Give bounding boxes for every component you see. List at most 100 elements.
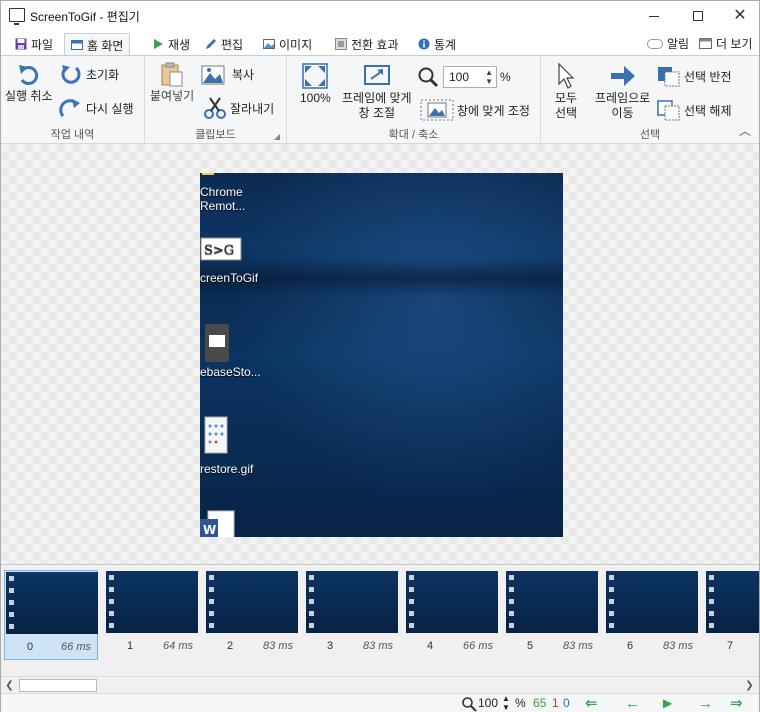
tab-home-label: 홈 화면 xyxy=(87,38,124,53)
zoom-up-icon[interactable]: ▲ xyxy=(485,68,493,77)
goto-frame-line2: 이동 xyxy=(611,106,634,120)
maximize-button[interactable] xyxy=(675,1,721,31)
frame-thumb[interactable]: 4 66 ms xyxy=(405,570,499,660)
fit-to-frame-button[interactable]: 프레임에 맞게 창 조절 xyxy=(342,62,412,120)
goto-frame-button[interactable]: 프레임으로 이동 xyxy=(595,62,650,120)
frame-thumb[interactable]: 6 83 ms xyxy=(605,570,699,660)
cut-button[interactable]: 잘라내기 xyxy=(203,96,274,120)
cursor-icon xyxy=(558,62,575,89)
magnifier-icon xyxy=(418,67,439,88)
frame-thumbnail xyxy=(306,571,398,633)
ribbon-tabs: 파일 홈 화면 재생 편집 이미지 전환 효과 통계 알림 더 보기 xyxy=(1,31,759,56)
frame-thumbnail xyxy=(206,571,298,633)
zoom-down-icon[interactable]: ▼ xyxy=(485,77,493,86)
play-icon xyxy=(154,39,163,49)
select-all-button[interactable]: 모두 선택 xyxy=(555,62,577,120)
group-clipboard-label: 클립보드 xyxy=(195,129,236,141)
tab-edit[interactable]: 편집 xyxy=(199,33,249,55)
scroll-right-icon[interactable]: ❯ xyxy=(741,677,758,694)
select-all-line1: 모두 xyxy=(555,91,578,105)
redo-label: 다시 실행 xyxy=(86,101,134,116)
frame-thumb[interactable]: 2 83 ms xyxy=(205,570,299,660)
more-window-icon xyxy=(699,38,712,49)
desktop-icon-label: restore.gif xyxy=(200,462,254,476)
tab-transitions[interactable]: 전환 효과 xyxy=(329,33,405,55)
frame-thumb[interactable]: 0 66 ms xyxy=(4,570,98,660)
tab-edit-label: 편집 xyxy=(221,37,244,52)
collapse-ribbon-icon[interactable]: ︿ xyxy=(739,122,751,139)
redo-button[interactable]: 다시 실행 xyxy=(59,96,134,120)
frame-thumb[interactable]: 1 64 ms xyxy=(105,570,199,660)
next-frame-icon[interactable]: → xyxy=(698,694,713,712)
group-action-history-label: 작업 내역 xyxy=(50,129,95,141)
last-frame-icon[interactable]: ⇒ xyxy=(730,694,743,712)
window-title: ScreenToGif - 편집기 xyxy=(30,10,140,24)
zoom-100-button[interactable]: 100% xyxy=(300,62,331,105)
frame-delay: 83 ms xyxy=(663,640,693,652)
frame-thumb[interactable]: 7 xyxy=(705,570,759,660)
frame-thumb[interactable]: 3 83 ms xyxy=(305,570,399,660)
notifications-label: 알림 xyxy=(667,37,690,51)
notifications-button[interactable]: 알림 xyxy=(647,35,689,52)
scrollbar-thumb[interactable] xyxy=(19,679,97,692)
minimize-button[interactable] xyxy=(631,1,677,31)
paste-label: 붙여넣기 xyxy=(150,89,195,103)
frame-delay: 83 ms xyxy=(363,640,393,652)
status-zoom-spinner-icon[interactable]: ▲ ▼ xyxy=(502,694,510,712)
frame-delay: 83 ms xyxy=(563,640,593,652)
tab-file[interactable]: 파일 xyxy=(9,33,59,55)
tab-playback[interactable]: 재생 xyxy=(146,33,196,55)
previous-frame-icon[interactable]: ← xyxy=(625,694,640,712)
reset-label: 초기화 xyxy=(86,67,120,82)
scroll-left-icon[interactable]: ❮ xyxy=(1,677,18,694)
zoom-input-value: 100 xyxy=(449,70,470,84)
svg-text:W: W xyxy=(203,523,216,537)
frame-number: 3 xyxy=(326,640,334,652)
invert-selection-button[interactable]: 선택 반전 xyxy=(657,64,732,88)
copy-button[interactable]: 복사 xyxy=(201,62,254,86)
minimize-icon xyxy=(649,15,659,17)
deselect-button[interactable]: 선택 해제 xyxy=(657,98,732,122)
frame-thumb[interactable]: 5 83 ms xyxy=(505,570,599,660)
group-selection-label: 선택 xyxy=(639,129,661,141)
canvas-area[interactable]: Chrome Remot... S>G creenToGif ebaseSto.… xyxy=(1,144,759,564)
undo-button[interactable]: 실행 취소 xyxy=(5,62,53,103)
tab-statistics[interactable]: 통계 xyxy=(412,33,462,55)
tab-file-label: 파일 xyxy=(31,37,54,52)
frame-number: 5 xyxy=(526,640,534,652)
group-clipboard: 붙여넣기 복사 잘라내기 클립보드 ◢ xyxy=(145,56,287,145)
tab-home[interactable]: 홈 화면 xyxy=(64,33,131,56)
editor-window: ScreenToGif - 편집기 ✕ 파일 홈 화면 재생 편집 이미지 전환… xyxy=(0,0,760,712)
zoom-input[interactable]: 100 ▲ ▼ xyxy=(443,66,497,88)
frames-scrollbar[interactable]: ❮ ❯ xyxy=(1,676,759,693)
frame-thumbnail xyxy=(506,571,598,633)
invert-selection-icon xyxy=(658,67,680,87)
frame-delay: 64 ms xyxy=(163,640,193,652)
status-selected-count: 1 xyxy=(552,696,559,710)
clipboard-dialog-launcher-icon[interactable]: ◢ xyxy=(274,132,280,141)
play-frames-icon[interactable]: ▶ xyxy=(663,694,672,712)
desktop-icon-label: Remot... xyxy=(200,199,246,213)
image-icon xyxy=(263,39,275,49)
first-frame-icon[interactable]: ⇐ xyxy=(585,694,598,712)
status-zoom-unit: % xyxy=(515,696,526,710)
fit-to-window-label: 창에 맞게 조정 xyxy=(457,103,530,118)
word-document-icon: W xyxy=(200,510,235,537)
cut-label: 잘라내기 xyxy=(230,101,275,116)
close-button[interactable]: ✕ xyxy=(717,1,760,31)
reset-button[interactable]: 초기화 xyxy=(59,62,119,86)
group-zoom: 100% 프레임에 맞게 창 조절 100 ▲ ▼ % 창에 맞게 조정 확대 … xyxy=(287,56,541,145)
tab-image[interactable]: 이미지 xyxy=(257,33,318,55)
more-button[interactable]: 더 보기 xyxy=(699,35,752,52)
paste-button[interactable]: 붙여넣기 xyxy=(150,62,194,103)
redo-icon xyxy=(59,99,80,117)
fit-to-frame-line2: 창 조절 xyxy=(358,106,396,120)
group-zoom-label: 확대 / 축소 xyxy=(388,129,439,141)
fit-to-window-button[interactable]: 창에 맞게 조정 xyxy=(420,99,530,121)
ribbon-panel: 실행 취소 초기화 다시 실행 작업 내역 붙여넣기 복사 잘라내기 클립보드 … xyxy=(1,55,759,145)
desktop-icon-firebase: ebaseSto... xyxy=(200,323,262,379)
resize-window-icon xyxy=(363,65,390,85)
reset-icon xyxy=(61,65,81,84)
status-zoom-value[interactable]: 100 xyxy=(478,696,498,710)
frame-preview[interactable]: Chrome Remot... S>G creenToGif ebaseSto.… xyxy=(200,173,563,537)
